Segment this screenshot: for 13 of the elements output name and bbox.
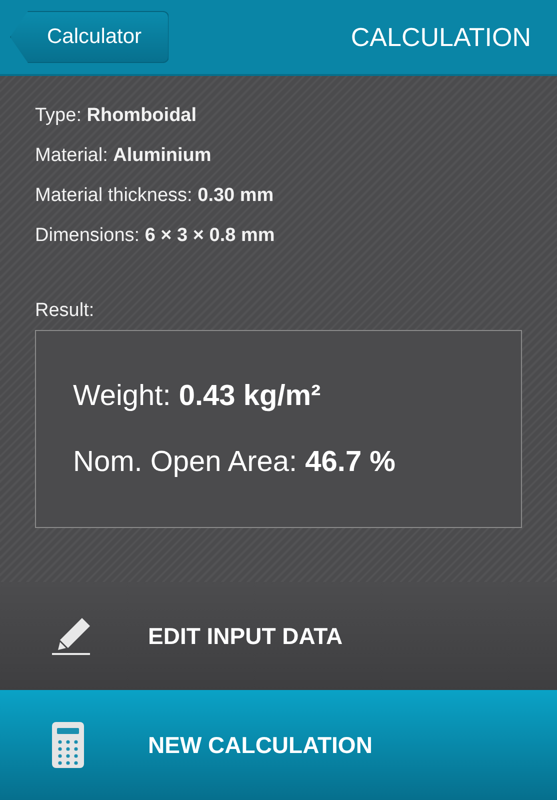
new-calculation-button[interactable]: NEW CALCULATION (0, 690, 557, 800)
detail-line: Dimensions: 6 × 3 × 0.8 mm (35, 224, 276, 248)
pencil-icon (52, 616, 92, 656)
result-line: Weight: 0.43 kg/m² (73, 379, 322, 414)
calculator-icon (52, 722, 84, 768)
detail-line: Type: Rhomboidal (35, 104, 198, 128)
page-title: CALCULATION (350, 22, 531, 52)
detail-line: Material: Aluminium (35, 144, 212, 168)
edit-input-button[interactable]: EDIT INPUT DATA (0, 582, 557, 690)
result-line: Nom. Open Area: 46.7 % (73, 445, 396, 480)
detail-line: Material thickness: 0.30 mm (35, 184, 275, 208)
back-button[interactable]: Calculator (10, 11, 169, 63)
result-label: Result: (35, 299, 96, 323)
